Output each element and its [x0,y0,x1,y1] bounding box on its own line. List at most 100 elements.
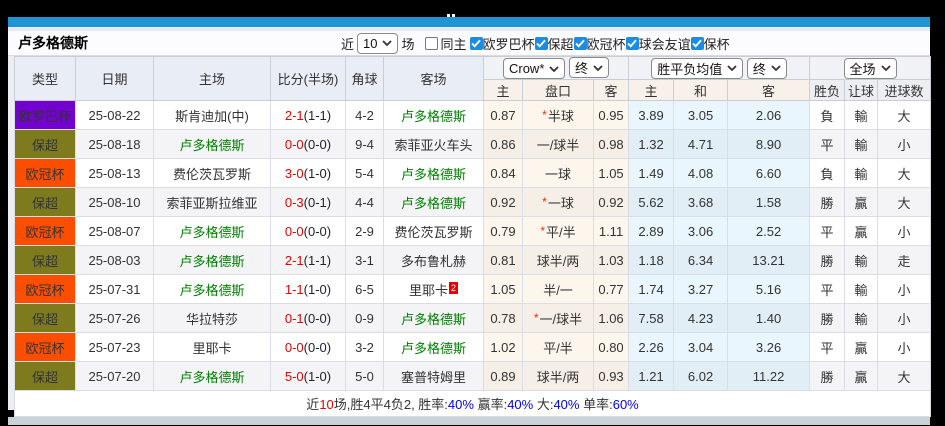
table-row: 欧罗巴杯 25-08-22 斯肯迪加(中) 2-1(1-1) 4-2 卢多格德斯 0.87 *… [14,100,932,130]
home-team-name: 卢多格德斯 [153,274,271,304]
home-team-name: 卢多格德斯 [153,216,271,246]
corner-score: 2-9 [345,216,384,246]
halftime-score: (1-1) [303,252,332,268]
odds-draw: 6.34 [673,245,729,275]
odds-draw: 3.68 [673,187,729,217]
result-handicap: 贏 [844,187,879,217]
odds-away-win: 13.21 [727,245,811,275]
check-icon [536,39,546,48]
chevron-down-icon [382,40,393,46]
league-filter-checkbox-cup[interactable] [690,36,704,50]
result-over-under: 大 [877,158,932,188]
odds-time-value: 终 [752,61,766,77]
corner-score: 0-9 [345,303,384,333]
score-cell: 2-1(1-1) [270,245,346,275]
result-win-draw-lose: 平 [809,216,846,246]
result-over-under: 小 [877,332,932,362]
odds-away-win: 2.06 [727,100,811,130]
red-card-badge: 2 [449,281,459,294]
away-team-name: 塞普特姆里 [383,361,484,391]
chevron-down-icon [549,65,560,72]
away-team-name: 多布鲁札赫 [383,245,484,275]
match-type-badge: 欧冠杯 [14,332,76,362]
top-blue-bar [8,17,930,27]
recent-count-select[interactable]: 10 [357,32,399,54]
odds-type-select[interactable]: 胜平负均值 [651,57,744,79]
corner-score: 9-4 [345,129,384,159]
match-date: 25-07-26 [75,303,154,333]
scope-select[interactable]: 全场 [843,57,897,79]
col-header-away: 客场 [383,56,484,101]
odds-home-win: 1.49 [628,158,675,188]
away-team-name: 卢多格德斯 [383,158,484,188]
same-home-checkbox[interactable] [424,36,438,50]
corner-score: 3-1 [345,245,384,275]
summary-segment: 40% [553,397,580,412]
match-date: 25-08-22 [75,100,154,130]
handicap-text: 平/半 [546,224,576,240]
handicap-company-select[interactable]: Crow* [502,58,566,79]
corner-score: 4-2 [345,100,384,130]
home-team-name: 里耶卡 [153,332,271,362]
odds-time-select[interactable]: 终 [746,57,787,79]
score-cell: 1-1(1-0) [270,274,346,304]
league-filter-checkbox-friendly[interactable] [625,36,639,50]
odds-home-win: 5.62 [628,187,675,217]
result-over-under: 小 [877,303,932,333]
scope-select-cell: 全场 [809,56,932,80]
away-team-label: 索菲亚火车头 [394,137,473,153]
score-cell: 0-0(0-0) [270,129,346,159]
home-team-name: 卢多格德斯 [153,245,271,275]
odds-select-cell: 胜平负均值 终 [628,56,811,80]
table-row: 欧冠杯 25-07-23 里耶卡 0-0(0-0) 3-2 卢多格德斯 1.02 平/半 0.8… [14,332,932,362]
fulltime-score: 0-3 [284,194,304,210]
subcol-odds-home: 主 [628,79,675,101]
league-filter-label: 球会友谊 [638,36,691,52]
odds-away-win: 6.60 [727,158,811,188]
odds-draw: 3.05 [673,100,729,130]
handicap-time-select[interactable]: 终 [569,57,610,78]
away-team-name: 卢多格德斯 [383,303,484,333]
result-win-draw-lose: 平 [809,129,846,159]
check-icon [692,39,702,48]
table-row: 保超 25-07-20 卢多格德斯 5-0(1-0) 5-0 塞普特姆里 0.89 球半/两 0… [14,361,932,391]
ah-home-odds: 0.79 [483,216,523,246]
result-over-under: 小 [877,129,932,159]
corner-score: 3-2 [345,332,384,362]
handicap-text: 一/球半 [536,137,580,153]
odds-home-win: 7.58 [628,303,675,333]
subcol-result-wdl: 胜负 [809,79,846,101]
handicap-text: 半球 [547,108,574,124]
same-home-label: 同主 [440,36,467,52]
halftime-score: (0-0) [303,136,332,152]
table-row: 保超 25-08-18 卢多格德斯 0-0(0-0) 9-4 索菲亚火车头 0.86 一/球半… [14,129,932,159]
ah-handicap-line: *一/球半 [522,303,594,333]
table-row: 欧冠杯 25-07-31 卢多格德斯 1-1(1-0) 6-5 里耶卡 2 1.05 半/一 0.… [14,274,932,304]
ah-handicap-line: 一/球半 [522,129,594,159]
summary-segment: 40% [507,397,534,412]
handicap-time-value: 终 [575,61,589,76]
bottom-strip [8,417,930,425]
odds-home-win: 1.21 [628,361,675,391]
score-cell: 0-3(0-1) [270,187,346,217]
summary-segment: 40% [447,397,474,412]
summary-segment: 场,胜4平4负2, 胜率: [333,397,448,412]
league-filter-checkbox-ucl[interactable] [573,36,587,50]
match-type-badge: 保超 [14,187,76,217]
odds-draw: 4.23 [673,303,729,333]
summary-segment: 60% [612,397,639,412]
filter-controls: 近 10 场 同主 欧罗巴杯 保超 欧冠杯 球会友谊 保杯 [338,31,730,55]
league-filter-checkbox-europa[interactable] [469,36,483,50]
col-header-home: 主场 [153,56,271,101]
score-cell: 0-0(0-0) [270,332,346,362]
subcol-ah-home: 主 [483,79,523,101]
col-header-type: 类型 [14,56,76,101]
ah-away-odds: 1.11 [592,216,630,246]
ah-away-odds: 0.92 [592,187,630,217]
odds-type-value: 胜平负均值 [657,61,723,77]
col-header-corner: 角球 [345,56,384,101]
chevron-down-icon [771,65,781,71]
home-team-name: 卢多格德斯 [153,129,271,159]
league-filter-checkbox-bulgaria[interactable] [534,36,548,50]
summary-segment: 10 [319,397,334,412]
